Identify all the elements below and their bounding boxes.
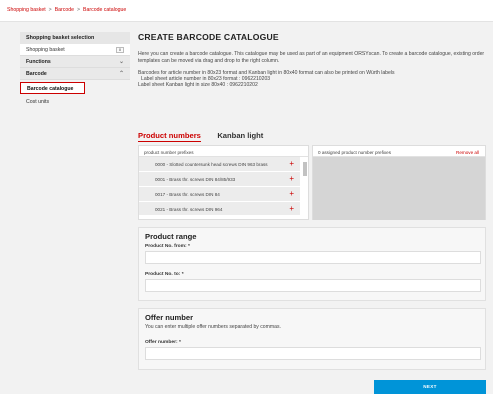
breadcrumb: Shopping basket > Barcode > Barcode catalogu… [7, 7, 126, 13]
next-button[interactable]: NEXT [374, 380, 486, 394]
remove-all-link[interactable]: Remove all [456, 150, 479, 155]
basket-count-badge: 0 [116, 47, 124, 53]
breadcrumb-barcode-catalogue[interactable]: Barcode catalogue [83, 7, 126, 13]
required-mark: * [181, 272, 184, 277]
scrollbar-thumb[interactable] [303, 162, 307, 176]
tab-bar: Product numbers Kanban light [138, 125, 275, 143]
add-prefix-icon[interactable]: + [289, 174, 294, 183]
main-content: CREATE BARCODE CATALOGUE Here you can cr… [138, 32, 487, 88]
required-mark: * [178, 340, 181, 345]
sidebar-group-barcode[interactable]: Barcode ⌃ [20, 68, 130, 80]
assigned-drop-zone[interactable] [313, 157, 485, 220]
chevron-up-icon: ⌃ [118, 71, 124, 77]
offer-number-label: Offer number: * [145, 340, 181, 345]
prefix-row[interactable]: 0017 - Brass thr. screws DIN 84 + [139, 187, 300, 202]
prefix-label: 0001 - Brass thr. screws DIN 84/85/933 [155, 177, 236, 182]
assigned-prefixes-header: 0 assigned product number prefixes Remov… [313, 146, 485, 157]
product-from-input[interactable] [145, 251, 481, 264]
required-mark: * [187, 244, 190, 249]
offer-number-hint: You can enter multiple offer numbers sep… [145, 324, 281, 330]
product-range-section: Product range Product No. from: * Produc… [138, 227, 486, 301]
sidebar-item-label: Barcode [26, 71, 47, 77]
prefix-label: 0000 - Slotted countersunk head screws D… [155, 162, 268, 167]
sidebar-header: Shopping basket selection [20, 32, 130, 44]
add-prefix-icon[interactable]: + [289, 189, 294, 198]
offer-number-input[interactable] [145, 347, 481, 360]
sidebar-item-shopping-basket[interactable]: Shopping basket 0 [20, 44, 130, 56]
tab-kanban-light[interactable]: Kanban light [217, 131, 263, 140]
top-bar: Shopping basket > Barcode > Barcode catalogu… [0, 0, 493, 22]
add-prefix-icon[interactable]: + [289, 204, 294, 213]
prefix-label: 0017 - Brass thr. screws DIN 84 [155, 192, 220, 197]
sidebar-item-cost-units[interactable]: Cost units [20, 96, 130, 108]
add-prefix-icon[interactable]: + [289, 159, 294, 168]
available-prefixes-header: product number prefixes [139, 146, 308, 157]
breadcrumb-separator: > [77, 7, 81, 13]
prefix-label: 0021 - Brass thr. screws DIN 964 [155, 207, 223, 212]
sidebar-item-label: Functions [26, 59, 51, 65]
offer-number-title: Offer number [145, 313, 194, 322]
product-to-input[interactable] [145, 279, 481, 292]
assigned-prefixes-panel: 0 assigned product number prefixes Remov… [312, 145, 486, 220]
product-to-label: Product No. to: * [145, 272, 184, 277]
intro-text: Here you can create a barcode catalogue.… [138, 51, 485, 64]
prefix-row[interactable]: 0021 - Brass thr. screws DIN 964 + [139, 202, 300, 216]
breadcrumb-separator: > [48, 7, 52, 13]
assigned-count-label: 0 assigned product number prefixes [318, 150, 392, 155]
prefix-list-scrollbar[interactable] [303, 158, 307, 219]
available-prefixes-panel: product number prefixes 0000 - Slotted c… [138, 145, 309, 220]
tab-product-numbers[interactable]: Product numbers [138, 131, 201, 142]
prefix-row[interactable]: 0000 - Slotted countersunk head screws D… [139, 157, 300, 172]
breadcrumb-shopping-basket[interactable]: Shopping basket [7, 7, 46, 13]
product-range-title: Product range [145, 232, 197, 241]
page-title: CREATE BARCODE CATALOGUE [138, 32, 279, 42]
sidebar-item-label: Shopping basket [26, 47, 65, 53]
sidebar-group-functions[interactable]: Functions ⌄ [20, 56, 130, 68]
product-from-label: Product No. from: * [145, 244, 190, 249]
prefix-row[interactable]: 0001 - Brass thr. screws DIN 84/85/933 + [139, 172, 300, 187]
offer-number-section: Offer number You can enter multiple offe… [138, 308, 486, 370]
label-sheet-kanban-text: Label sheet Kanban light in size 80x40 :… [138, 82, 258, 88]
sidebar: Shopping basket selection Shopping baske… [20, 32, 130, 108]
chevron-down-icon: ⌄ [118, 59, 124, 65]
breadcrumb-barcode[interactable]: Barcode [55, 7, 74, 13]
sidebar-item-barcode-catalogue[interactable]: Barcode catalogue [20, 82, 85, 94]
